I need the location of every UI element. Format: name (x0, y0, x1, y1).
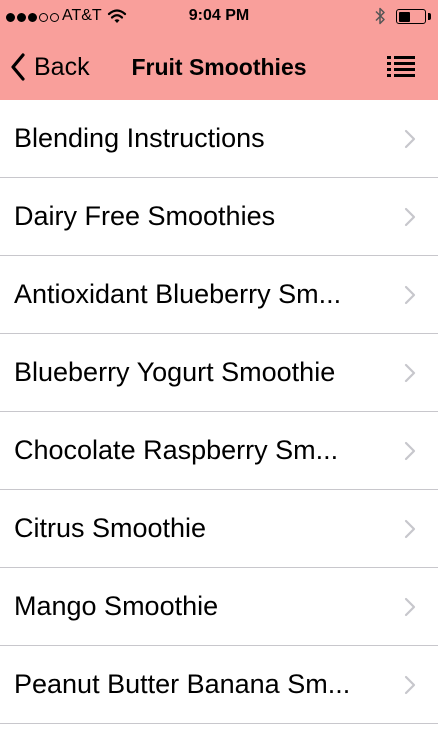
list-item-label: Chocolate Raspberry Sm... (14, 435, 339, 465)
list-item-label: Peanut Butter Banana Sm... (14, 669, 351, 699)
list-item-label: Blueberry Yogurt Smoothie (14, 357, 336, 387)
list-item-label: Dairy Free Smoothies (14, 201, 276, 231)
list-item-label: Antioxidant Blueberry Sm... (14, 279, 342, 309)
list-item-label: Blending Instructions (14, 123, 265, 153)
battery-tip (428, 13, 431, 20)
bluetooth-icon (375, 7, 385, 25)
chevron-right-icon (404, 597, 416, 617)
chevron-right-icon (404, 207, 416, 227)
battery-level (398, 11, 410, 22)
chevron-right-icon (404, 363, 416, 383)
list-item[interactable]: Peanut Butter Banana Sm... (0, 646, 438, 724)
header: AT&T 9:04 PM Back Fruit Smoothies (0, 0, 438, 100)
status-bar: AT&T 9:04 PM (0, 0, 438, 34)
battery-icon (396, 9, 426, 24)
list-item[interactable]: Blueberry Yogurt Smoothie (0, 334, 438, 412)
navigation-bar: Back Fruit Smoothies (0, 34, 438, 100)
list-item[interactable]: Dairy Free Smoothies (0, 178, 438, 256)
chevron-right-icon (404, 519, 416, 539)
chevron-right-icon (404, 129, 416, 149)
list-item[interactable]: Citrus Smoothie (0, 490, 438, 568)
list-icon[interactable] (386, 54, 416, 80)
chevron-right-icon (404, 441, 416, 461)
smoothie-list: Blending Instructions Dairy Free Smoothi… (0, 100, 438, 724)
screen: AT&T 9:04 PM Back Fruit Smoothies Blendi… (0, 0, 438, 750)
list-item-label: Mango Smoothie (14, 591, 219, 621)
list-item-label: Citrus Smoothie (14, 513, 207, 543)
list-item[interactable]: Mango Smoothie (0, 568, 438, 646)
chevron-right-icon (404, 285, 416, 305)
list-item[interactable]: Blending Instructions (0, 100, 438, 178)
page-title: Fruit Smoothies (131, 54, 307, 80)
list-item[interactable]: Antioxidant Blueberry Sm... (0, 256, 438, 334)
status-time: 9:04 PM (188, 7, 250, 24)
list-item[interactable]: Chocolate Raspberry Sm... (0, 412, 438, 490)
chevron-right-icon (404, 675, 416, 695)
